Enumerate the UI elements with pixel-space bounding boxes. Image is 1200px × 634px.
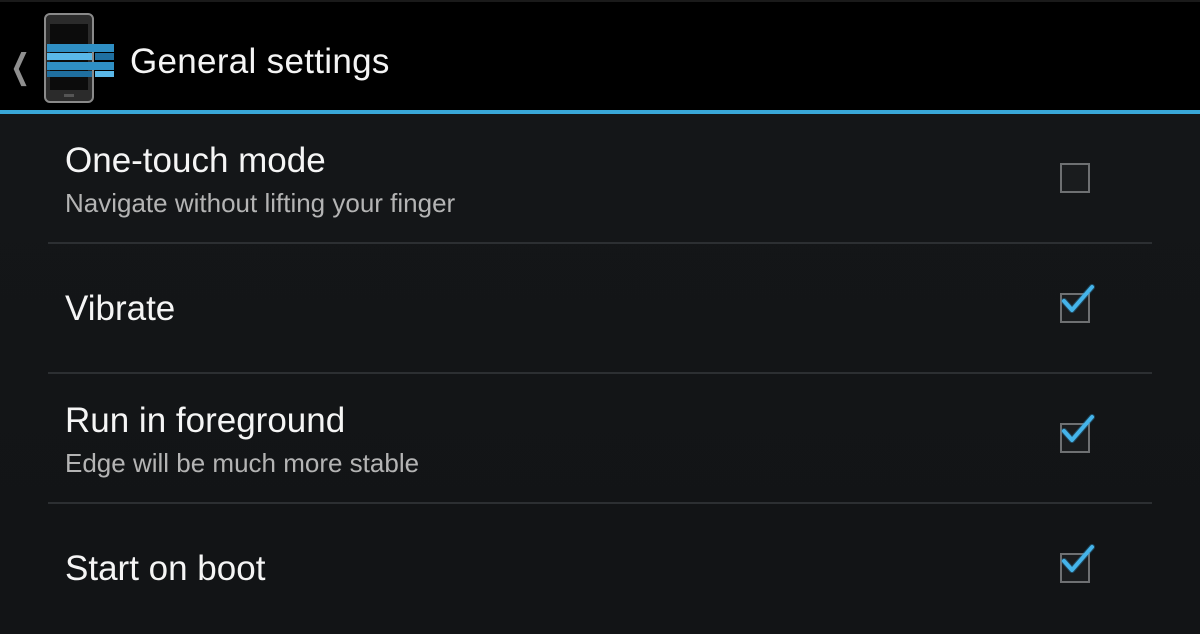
settings-list: One-touch mode Navigate without lifting …	[0, 114, 1200, 617]
page-title: General settings	[130, 42, 390, 81]
setting-start-on-boot[interactable]: Start on boot	[48, 504, 1152, 634]
checkmark-icon	[1061, 284, 1095, 313]
vibrate-checkbox[interactable]	[1060, 284, 1095, 323]
one-touch-mode-checkbox[interactable]	[1060, 163, 1090, 193]
setting-title: Run in foreground	[65, 401, 346, 440]
action-bar: ❮ General settings	[0, 0, 1200, 110]
setting-one-touch-mode[interactable]: One-touch mode Navigate without lifting …	[48, 114, 1152, 244]
checkmark-icon	[1061, 544, 1095, 573]
setting-title: Vibrate	[65, 289, 176, 328]
setting-summary: Edge will be much more stable	[65, 448, 420, 478]
edge-app-icon	[44, 13, 114, 103]
setting-vibrate[interactable]: Vibrate	[48, 244, 1152, 374]
setting-title: Start on boot	[65, 549, 266, 588]
start-on-boot-checkbox[interactable]	[1060, 544, 1095, 583]
setting-summary: Navigate without lifting your finger	[65, 188, 456, 218]
setting-run-in-foreground[interactable]: Run in foreground Edge will be much more…	[48, 374, 1152, 504]
setting-title: One-touch mode	[65, 141, 326, 180]
checkmark-icon	[1061, 414, 1095, 443]
run-in-foreground-checkbox[interactable]	[1060, 414, 1095, 453]
up-navigation-button[interactable]: ❮	[0, 12, 120, 106]
chevron-left-icon: ❮	[10, 48, 31, 86]
